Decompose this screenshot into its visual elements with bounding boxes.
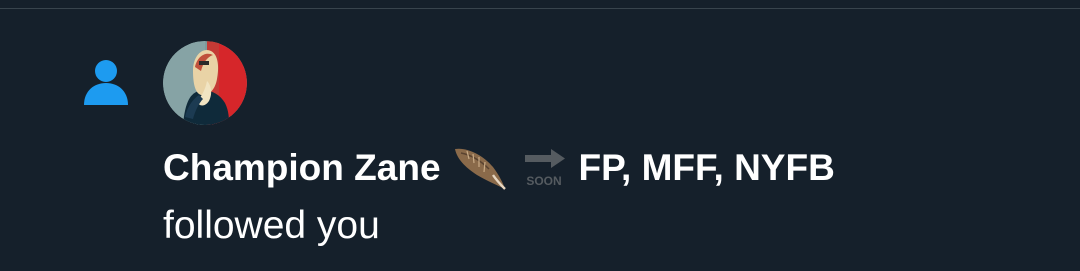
notification-action-text: followed you (163, 204, 380, 247)
person-icon (84, 60, 128, 105)
notification-user-line: Champion Zane SOON FP, MFF, NYFB (163, 144, 835, 192)
follow-notification[interactable]: Champion Zane SOON FP, MFF, NYFB followe… (0, 10, 1080, 271)
soon-arrow-emoji-icon: SOON (524, 149, 565, 188)
user-avatar[interactable] (163, 41, 247, 125)
svg-text:SOON: SOON (526, 174, 561, 188)
user-name-suffix: FP, MFF, NYFB (578, 147, 835, 188)
user-display-name[interactable]: Champion Zane (163, 144, 441, 192)
top-divider (0, 0, 1080, 9)
feather-emoji-icon (454, 148, 506, 190)
